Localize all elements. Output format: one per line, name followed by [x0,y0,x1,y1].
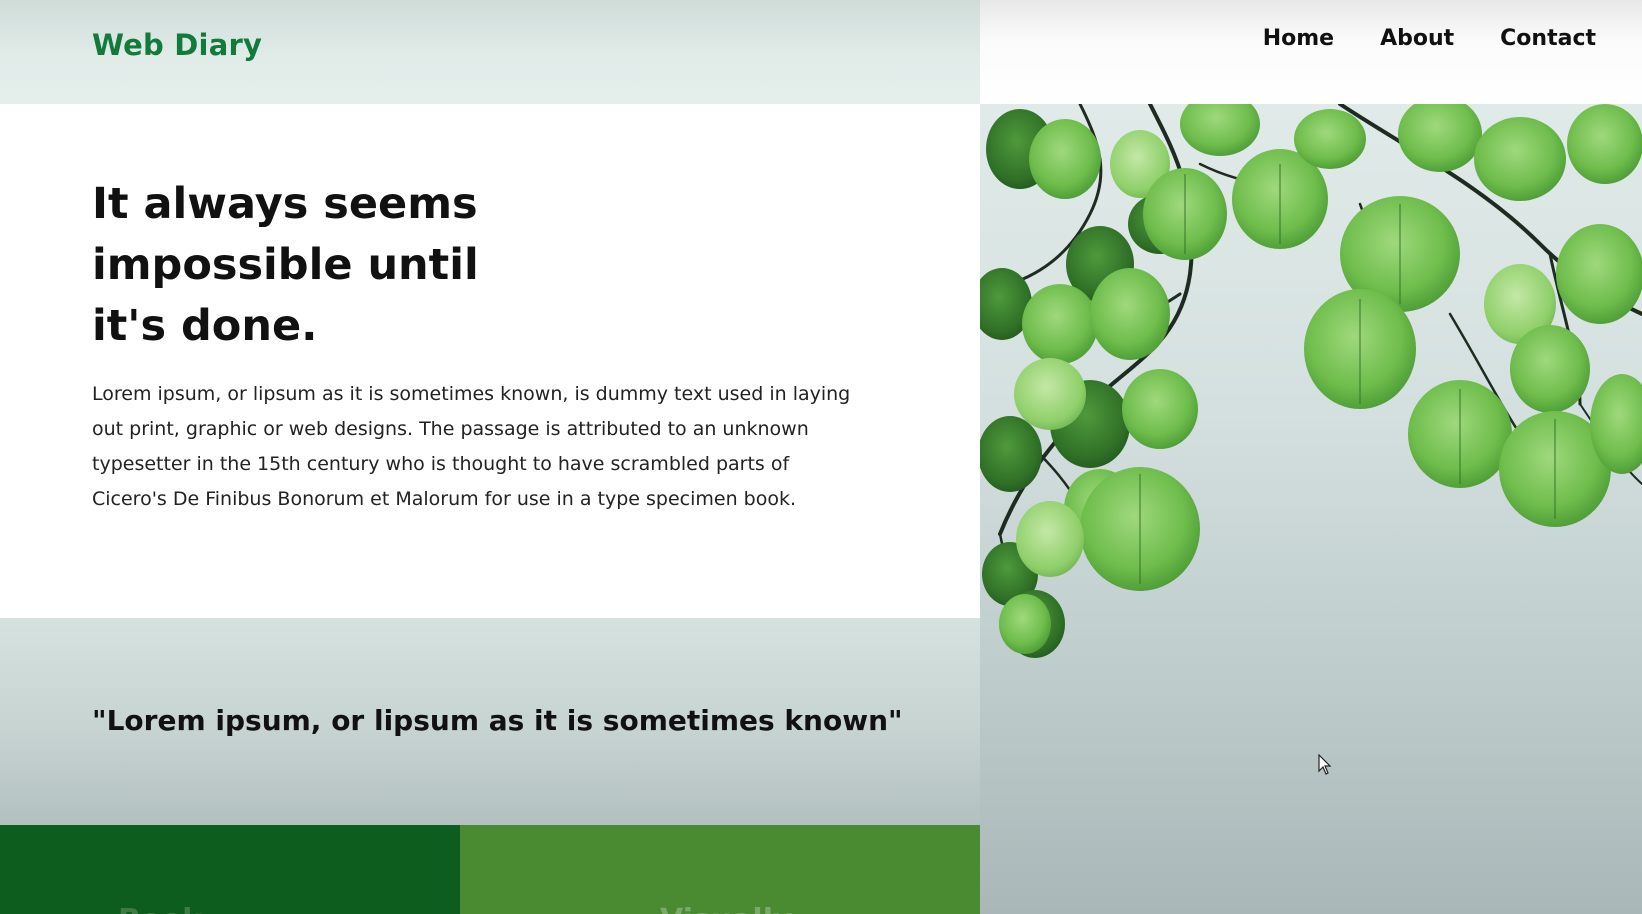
hero-paragraph-line: Cicero's De Finibus Bonorum et Malorum f… [92,488,797,510]
hero-section: It always seems impossible until it's do… [0,104,980,618]
mouse-cursor-icon [1318,754,1332,775]
hero-paragraph-line: typesetter in the 15th century who is th… [92,453,790,475]
hero-heading-line: impossible until [92,240,479,290]
nav-home-link[interactable]: Home [1263,26,1334,51]
cards-row: Book Visually [0,825,980,914]
main-nav: Home About Contact [1263,26,1596,51]
nav-about-link[interactable]: About [1380,26,1454,51]
hero-paragraph-line: Lorem ipsum, or lipsum as it is sometime… [92,383,851,405]
card-title: Visually [660,903,793,914]
hero-paragraph-line: out print, graphic or web designs. The p… [92,418,809,440]
header-right: Home About Contact [980,0,1642,104]
hero-heading: It always seems impossible until it's do… [92,174,612,357]
card-book[interactable]: Book [0,825,460,914]
quote-section: "Lorem ipsum, or lipsum as it is sometim… [0,618,980,825]
green-leaves-image [980,104,1642,658]
nav-contact-link[interactable]: Contact [1500,26,1596,51]
hero-paragraph: Lorem ipsum, or lipsum as it is sometime… [92,377,852,517]
leaf-cluster-light [999,104,1642,654]
card-visually[interactable]: Visually [460,825,980,914]
card-title: Book [118,903,202,914]
left-column: Web Diary It always seems impossible unt… [0,0,980,914]
right-column: Home About Contact [980,0,1642,914]
web-diary-page: Web Diary It always seems impossible unt… [0,0,1642,914]
header-left: Web Diary [0,0,980,104]
quote-text: "Lorem ipsum, or lipsum as it is sometim… [92,704,903,737]
hero-heading-line: It always seems [92,179,478,229]
hero-heading-line: it's done. [92,301,318,351]
site-logo[interactable]: Web Diary [92,28,262,62]
